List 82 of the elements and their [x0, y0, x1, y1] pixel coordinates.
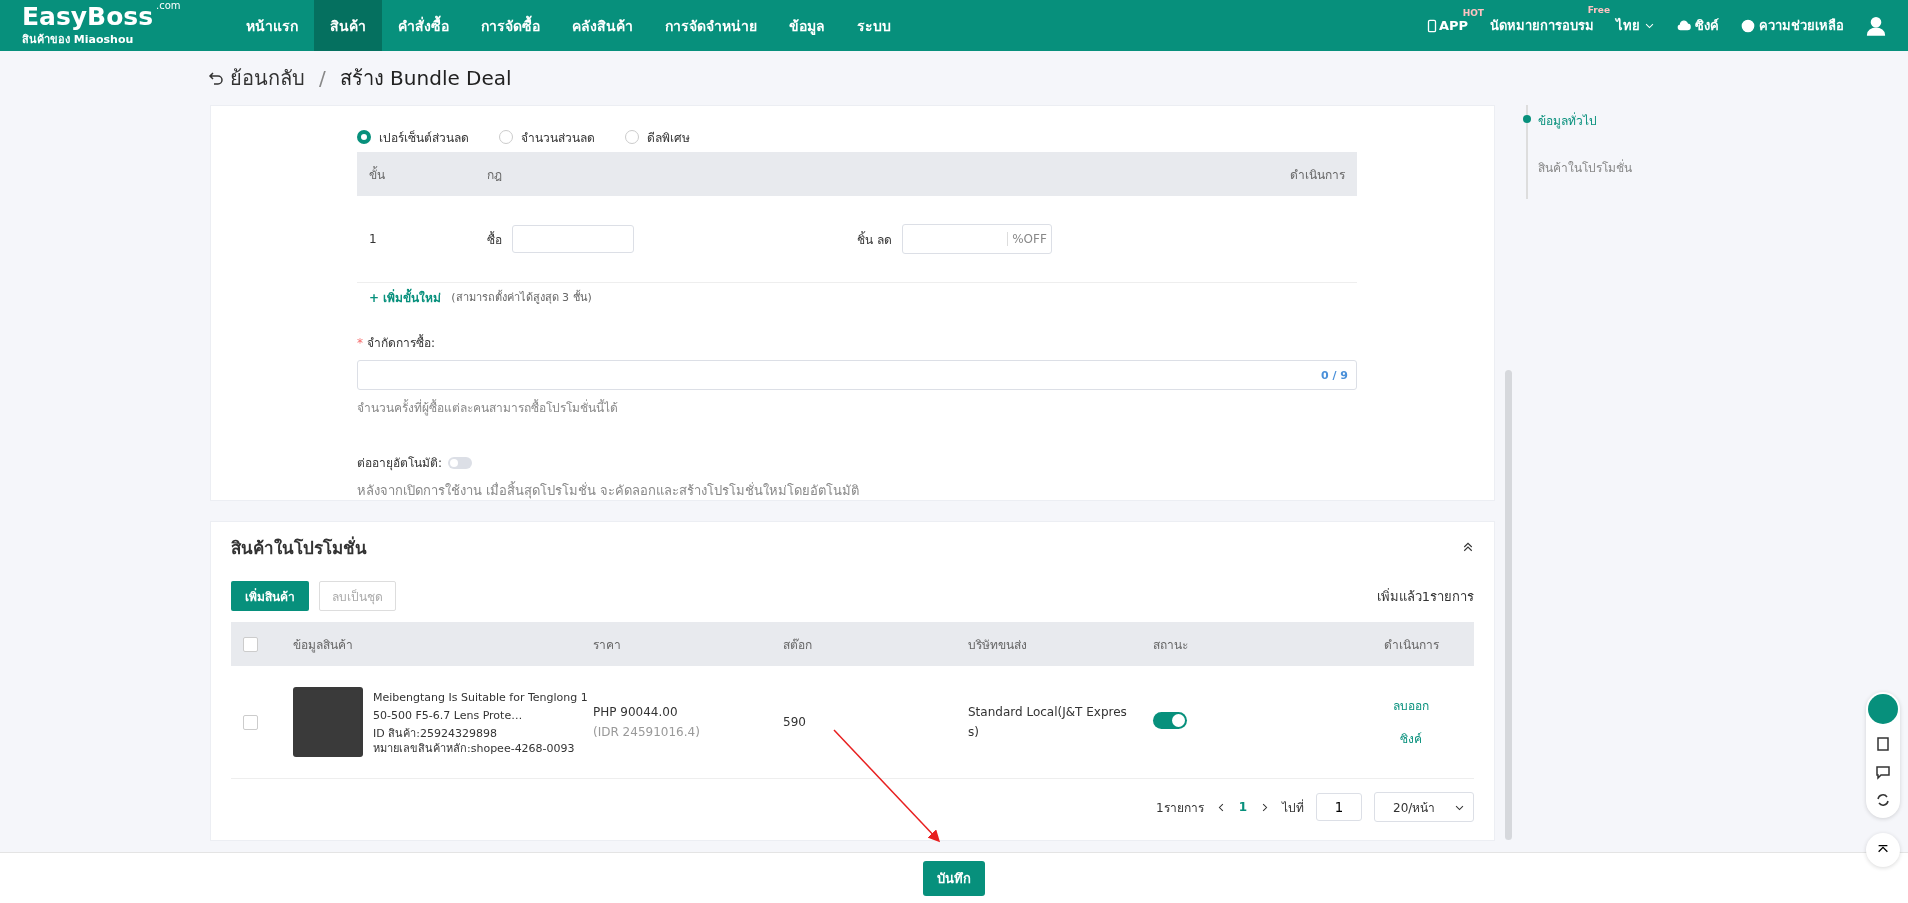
nav-item[interactable]: ระบบ	[841, 0, 907, 51]
column-header: กฎ	[487, 166, 503, 184]
hot-label: HOT	[1462, 8, 1484, 18]
auto-renew-help: หลังจากเปิดการใช้งาน เมื่อสิ้นสุดโปรโมชั่น จะคัดลอกและสร้างโปรโมชั่นใหม่โดยอัตโนมัติ	[357, 480, 861, 501]
nav-item[interactable]: สินค้า	[314, 0, 382, 51]
scrollbar[interactable]	[1505, 370, 1512, 840]
collapse-icon	[1462, 541, 1474, 553]
added-count: เพิ่มแล้ว1รายการ	[1376, 587, 1474, 606]
language-select[interactable]: ไทย	[1616, 15, 1655, 36]
logo-tagline: สินค้าของ Miaoshou	[22, 31, 135, 48]
page-title: สร้าง Bundle Deal	[339, 65, 512, 92]
chat-icon	[1875, 764, 1891, 780]
product-price: PHP 90044.00	[593, 705, 679, 719]
add-tier-link[interactable]: + เพิ่มขั้นใหม่	[369, 287, 442, 307]
logo-suffix: .com	[156, 0, 181, 11]
required-mark: *	[357, 336, 363, 350]
refresh-icon	[1875, 792, 1891, 808]
back-link[interactable]: ย้อนกลับ	[208, 62, 305, 94]
logo-text: EasyBoss	[22, 3, 154, 30]
product-name: Meibengtang Is Suitable for Tenglong 150-500 F5-6.7 Lens Prote…	[373, 690, 588, 724]
stock-cell-text: 590	[783, 715, 807, 729]
free-label: Free	[1587, 5, 1610, 15]
back-to-top-button[interactable]	[1866, 833, 1900, 867]
add-product-button[interactable]: เพิ่มสินค้า	[231, 581, 309, 611]
auto-renew-switch[interactable]	[448, 456, 473, 469]
buy-label: ซื้อ	[487, 230, 502, 249]
goto-label: ไปที่	[1282, 798, 1304, 817]
section-title: สินค้าในโปรโมชั่น	[231, 535, 367, 560]
avatar[interactable]	[1868, 694, 1898, 724]
column-header: ขั้น	[369, 165, 386, 184]
training-link[interactable]: นัดหมายการอบรม	[1490, 15, 1594, 36]
promo-type-radio[interactable]: จำนวนส่วนลด	[499, 127, 595, 147]
select-all-checkbox[interactable]	[243, 636, 258, 652]
column-header: สถานะ	[1153, 636, 1189, 654]
breadcrumb-separator: /	[319, 66, 326, 90]
column-header: ดำเนินการ	[1289, 166, 1345, 184]
converted-price: (IDR 24591016.4)	[593, 725, 701, 739]
nav-item[interactable]: การจัดซื้อ	[465, 0, 556, 51]
shipping-cell-text: Standard Local(J&T Express)	[968, 704, 1128, 741]
auto-renew-label: ต่ออายุอัตโนมัติ:	[357, 455, 443, 472]
anchor-link[interactable]: ข้อมูลทั่วไป	[1538, 111, 1632, 130]
cloud-icon	[1677, 18, 1691, 33]
column-header: ราคา	[593, 636, 622, 654]
buy-quantity-input[interactable]	[512, 225, 634, 253]
photo-placeholder	[293, 687, 363, 757]
nav-item[interactable]: ข้อมูล	[773, 0, 841, 51]
product-id: ID สินค้า:25924329898	[373, 727, 498, 740]
purchase-limit-input[interactable]: 0 / 9	[357, 360, 1357, 390]
column-header: บริษัทขนส่ง	[968, 636, 1028, 654]
nav-item[interactable]: การจัดจำหน่าย	[649, 0, 773, 51]
help-link[interactable]: ความช่วยเหลือ	[1741, 15, 1844, 36]
total-count: 1รายการ	[1156, 799, 1204, 817]
bulk-delete-button[interactable]: ลบเป็นชุด	[319, 581, 396, 611]
purchase-limit-label: จำกัดการซื้อ:	[367, 336, 436, 350]
save-button[interactable]: บันทึก	[923, 860, 985, 896]
return-icon	[208, 70, 224, 86]
discount-label: ชิ้น ลด	[857, 230, 892, 249]
column-header: สต๊อก	[783, 636, 813, 654]
nav-item[interactable]: คลังสินค้า	[556, 0, 649, 51]
sync-link[interactable]: ซิงค์	[1677, 15, 1719, 36]
tier-number: 1	[369, 232, 378, 246]
app-link[interactable]: APP	[1438, 18, 1468, 33]
discount-input[interactable]: %OFF	[901, 224, 1052, 254]
status-switch[interactable]	[1153, 712, 1187, 729]
row-checkbox[interactable]	[243, 714, 258, 730]
tier-limit-note: (สามารถตั้งค่าได้สูงสุด 3 ชั้น)	[451, 289, 592, 306]
nav-item[interactable]: คำสั่งซื้อ	[382, 0, 465, 51]
column-header: ดำเนินการ	[1382, 636, 1440, 654]
column-header: ข้อมูลสินค้า	[293, 636, 354, 654]
anchor-link[interactable]: สินค้าในโปรโมชั่น	[1538, 158, 1632, 177]
user-icon	[1866, 15, 1886, 36]
page-size-select[interactable]: 20/หน้า	[1374, 792, 1474, 822]
row-action-link[interactable]: ซิงค์	[1400, 729, 1422, 748]
promo-type-radio[interactable]: ดีลพิเศษ	[625, 127, 690, 147]
product-sku: หมายเลขสินค้าหลัก:shopee-4268-0093	[373, 742, 576, 755]
nav-item[interactable]: หน้าแรก	[230, 0, 314, 51]
purchase-limit-help: จำนวนครั้งที่ผู้ซื้อแต่ละคนสามารถซื้อโปรโมชั่นนี้ได้	[357, 398, 619, 417]
row-action-link[interactable]: ลบออก	[1393, 696, 1429, 715]
promo-type-radio[interactable]: เปอร์เซ็นต์ส่วนลด	[357, 127, 469, 147]
page-number[interactable]: 1	[1238, 800, 1247, 814]
goto-page-input[interactable]: 1	[1316, 793, 1362, 821]
active-dot-icon	[1523, 115, 1531, 123]
